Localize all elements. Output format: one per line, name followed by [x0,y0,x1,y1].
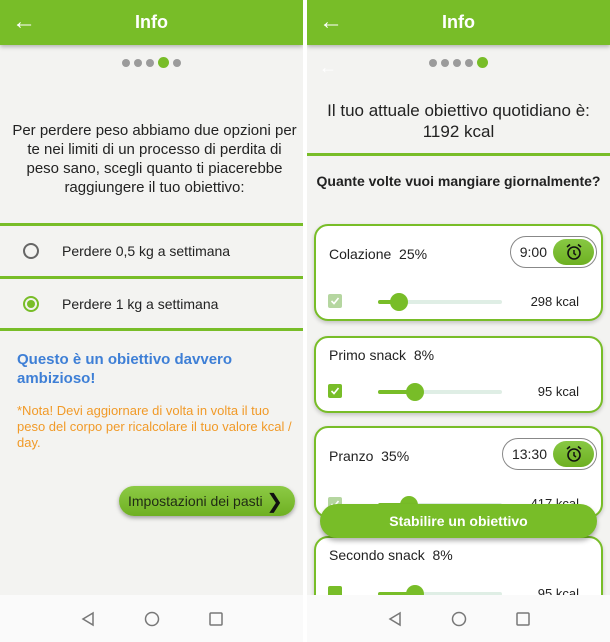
meal-name: Colazione [329,246,392,262]
radio-button[interactable] [23,243,39,259]
page-dot-active [477,57,488,68]
meal-time: 13:30 [511,446,547,462]
ambitious-message: Questo è un obiettivo davvero ambizioso! [17,351,233,387]
page-dot [453,58,461,67]
meal-title: Colazione 25% [329,246,427,262]
right-screen: ← Info ← Il tuo attuale obiettivo quotid… [307,0,610,642]
set-goal-button[interactable]: Stabilire un obiettivo [320,504,597,538]
alarm-clock-icon[interactable] [553,239,594,265]
app-bar: ← Info [307,0,610,45]
meal-time-picker[interactable]: 13:30 [501,438,597,470]
back-triangle-icon[interactable] [77,608,99,630]
divider [307,153,610,156]
meal-percent: 8% [413,347,435,363]
meals-question: Quante volte vuoi mangiare giornalmente? [316,173,601,189]
app-bar: ← Info [0,0,303,45]
meal-kcal: 298 kcal [530,294,579,309]
system-nav-bar [0,595,303,642]
recents-square-icon[interactable] [205,608,227,630]
page-dot [465,58,473,67]
back-triangle-icon[interactable] [384,608,406,630]
radio-button-checked[interactable] [23,296,39,312]
app-bar-title: Info [135,12,168,32]
meal-title: Primo snack 8% [329,347,434,363]
page-dot [441,58,449,67]
slider-thumb[interactable] [390,293,409,311]
system-nav-bar [307,595,610,642]
meal-title: Secondo snack 8% [329,547,453,563]
intro-text: Per perdere peso abbiamo due opzioni per… [12,122,297,196]
option-one-kg[interactable]: Perdere 1 kg a settimana [0,279,303,329]
slider-thumb[interactable] [406,383,425,401]
meal-slider[interactable] [378,383,502,401]
daily-goal-value: 1192 kcal [422,122,495,141]
meal-title: Pranzo 35% [329,448,409,464]
page-dot [429,58,437,67]
option-label: Perdere 1 kg a settimana [62,296,219,312]
page-dot-active [158,57,169,68]
meal-settings-label: Impostazioni dei pasti [128,493,263,509]
meal-slider[interactable] [378,293,502,311]
meal-settings-button[interactable]: Impostazioni dei pasti ❯ [119,486,295,516]
divider [0,328,303,331]
meal-name: Primo snack [329,347,407,363]
meal-card-colazione: Colazione 25% 9:00 298 kcal [314,224,603,321]
option-label: Perdere 0,5 kg a settimana [62,243,231,259]
meal-kcal: 95 kcal [537,384,579,399]
home-circle-icon[interactable] [141,608,163,630]
daily-goal-label: Il tuo attuale obiettivo quotidiano è: [327,101,590,120]
meal-percent: 25% [399,246,428,262]
meal-checkbox[interactable] [328,294,342,308]
home-circle-icon[interactable] [448,608,470,630]
meal-card-primo-snack: Primo snack 8% 95 kcal [314,336,603,413]
left-screen: ← Info Per perdere peso abbiamo due opzi… [0,0,303,642]
page-dot [134,58,142,67]
note-message: *Nota! Devi aggiornare di volta in volta… [17,403,292,450]
meal-percent: 8% [432,547,453,563]
page-indicator [307,57,610,68]
option-half-kg[interactable]: Perdere 0,5 kg a settimana [0,226,303,276]
page-dot [122,58,130,67]
page-indicator [0,57,303,68]
meal-time: 9:00 [519,244,547,260]
meal-name: Pranzo [329,448,374,464]
app-bar-title: Info [442,12,475,32]
meal-percent: 35% [381,448,410,464]
page-dot [146,58,154,67]
recents-square-icon[interactable] [512,608,534,630]
meal-name: Secondo snack [329,547,425,563]
daily-goal: Il tuo attuale obiettivo quotidiano è: 1… [307,100,610,142]
meal-time-picker[interactable]: 9:00 [509,236,597,268]
alarm-clock-icon[interactable] [553,441,594,467]
page-dot [173,58,181,67]
chevron-right-icon: ❯ [266,491,283,513]
meal-checkbox[interactable] [328,384,342,398]
